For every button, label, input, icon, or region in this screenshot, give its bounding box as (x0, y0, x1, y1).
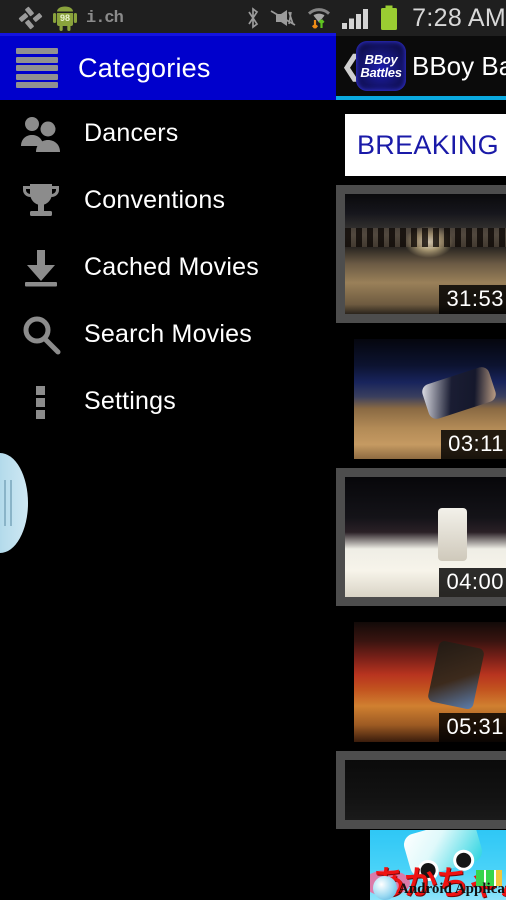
back-chevron-icon[interactable]: ❮ (340, 52, 363, 80)
sidebar-item-label: Dancers (84, 119, 179, 147)
status-clock: 7:28 AM (412, 3, 506, 32)
sidebar-item-label: Conventions (84, 186, 226, 214)
android-update-icon: 98 (53, 6, 77, 31)
sidebar-item-label: Settings (84, 387, 176, 415)
vertical-dots-icon (18, 379, 64, 425)
sidebar-item-dancers[interactable]: Dancers (0, 100, 336, 167)
banner-text: BREAKING B (357, 129, 506, 160)
svg-text:98: 98 (60, 13, 70, 23)
app-icon-line2: Battles (360, 65, 402, 80)
status-bar[interactable]: 98 i.ch 7:28 AM (0, 0, 506, 36)
content-header: ❮ BBoy Battles BBoy Bat (336, 36, 506, 96)
bluetooth-icon (248, 7, 259, 29)
content-pane: ❮ BBoy Battles BBoy Bat BREAKING B 31:53… (336, 36, 506, 900)
battery-icon (381, 5, 398, 30)
video-list-item[interactable]: 03:11 (336, 339, 506, 459)
search-icon (18, 312, 64, 358)
ich-app-icon: i.ch (86, 8, 124, 28)
sidebar-item-conventions[interactable]: Conventions (0, 167, 336, 234)
sidebar-item-search-movies[interactable]: Search Movies (0, 301, 336, 368)
people-icon (18, 111, 64, 157)
sidebar-item-cached-movies[interactable]: Cached Movies (0, 234, 336, 301)
video-duration: 31:53 (439, 285, 506, 314)
status-bar-left-icons: 98 i.ch (0, 5, 124, 31)
wifi-transfer-icon (308, 8, 331, 29)
drawer-pull-handle[interactable] (0, 453, 28, 553)
navigation-drawer: Categories Dancers Conventions Cached Mo… (0, 36, 336, 900)
content-accent-line (336, 96, 506, 100)
sidebar-item-label: Cached Movies (84, 253, 259, 281)
video-thumbnail[interactable]: 05:31 (354, 622, 506, 742)
ad-bubble-icon (373, 876, 397, 900)
breaking-banner[interactable]: BREAKING B (345, 114, 506, 176)
video-duration: 05:31 (439, 713, 506, 742)
video-duration: 04:00 (439, 568, 506, 597)
video-thumbnail[interactable]: 31:53 (345, 194, 506, 314)
video-list-item[interactable]: 04:00 (336, 468, 506, 606)
video-duration: 03:11 (441, 430, 506, 459)
vibrate-mute-icon (270, 10, 296, 26)
cellular-signal-icon (342, 9, 369, 29)
video-thumbnail[interactable]: 04:00 (345, 477, 506, 597)
sidebar-item-settings[interactable]: Settings (0, 368, 336, 435)
download-icon (18, 245, 64, 291)
video-thumbnail[interactable] (345, 760, 506, 820)
video-list-item[interactable]: 31:53 (336, 185, 506, 323)
video-list-item[interactable]: 05:31 (336, 622, 506, 742)
video-list-item[interactable] (336, 751, 506, 829)
drawer-title: Categories (78, 52, 211, 83)
ad-banner[interactable]: あかちゃん Android Application (370, 830, 506, 900)
app-icon[interactable]: BBoy Battles (356, 41, 406, 91)
gps-satellite-icon (18, 6, 43, 30)
drawer-header[interactable]: Categories (0, 36, 336, 100)
trophy-icon (18, 178, 64, 224)
status-bar-right-icons (246, 5, 408, 31)
page-title: BBoy Bat (412, 50, 506, 81)
video-thumbnail[interactable]: 03:11 (354, 339, 506, 459)
sidebar-item-label: Search Movies (84, 320, 252, 348)
hamburger-icon[interactable] (16, 48, 58, 88)
ad-subline: Android Application (398, 881, 506, 897)
thumbnail-image (345, 760, 506, 820)
